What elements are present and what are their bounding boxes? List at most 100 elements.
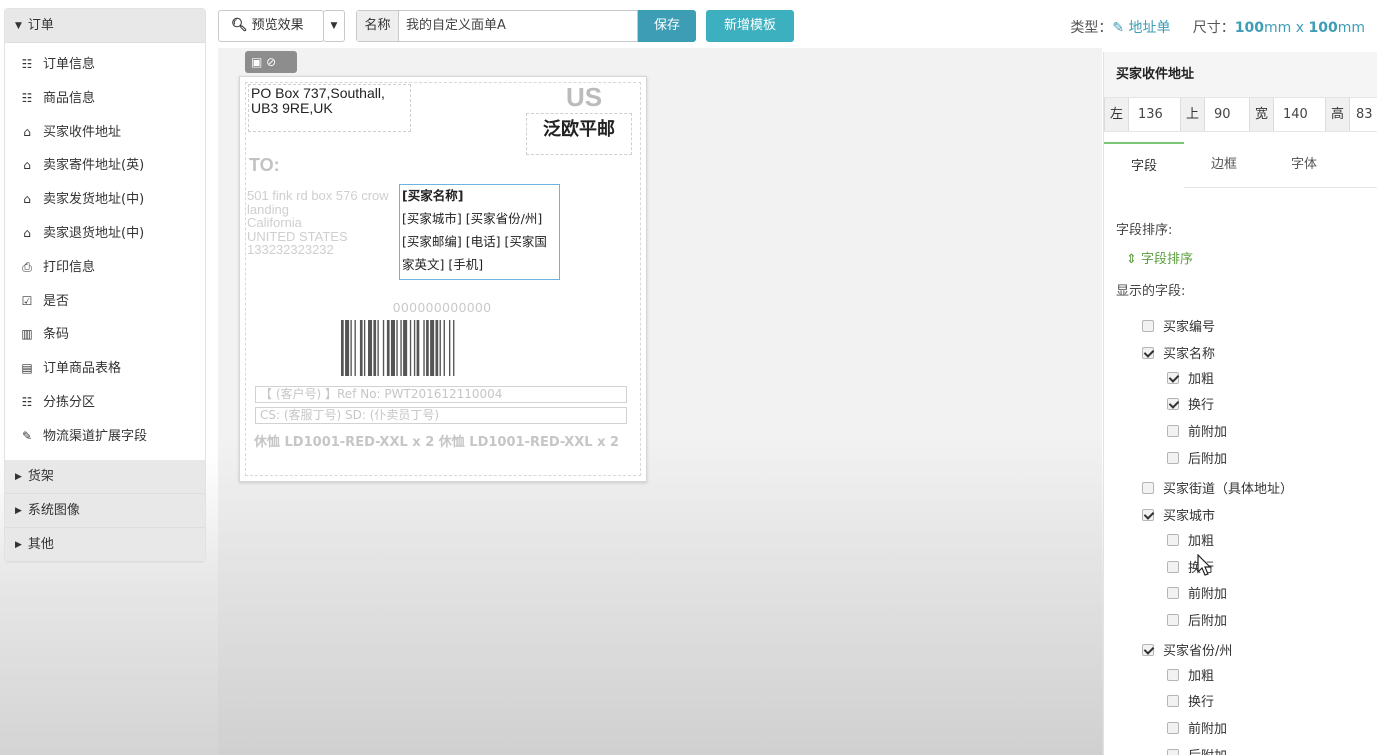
to-label[interactable]: TO:: [249, 155, 280, 176]
sender-address-block[interactable]: PO Box 737,Southall, UB3 9RE,UK: [248, 84, 411, 132]
checkbox-unchecked[interactable]: [1167, 695, 1179, 707]
field-option[interactable]: 后附加: [1167, 450, 1227, 470]
checkbox-unchecked[interactable]: [1142, 482, 1154, 494]
print-icon: ⎙: [22, 259, 32, 274]
tab-0[interactable]: 字段: [1104, 142, 1184, 189]
sidebar-item[interactable]: ⌂ 卖家寄件地址(英): [5, 149, 205, 183]
barcode[interactable]: [341, 320, 543, 376]
caret-right-icon: ▶: [15, 539, 22, 550]
sidebar-item[interactable]: ▤ 订单商品表格: [5, 352, 205, 386]
field-option[interactable]: 加粗: [1167, 532, 1214, 552]
checkbox-unchecked[interactable]: [1167, 749, 1179, 755]
field-option[interactable]: 加粗: [1167, 370, 1214, 390]
checkbox-unchecked[interactable]: [1167, 452, 1179, 464]
width-label: 宽: [1249, 98, 1274, 131]
sidebar-item-label: 是否: [43, 293, 70, 309]
save-button[interactable]: 保存: [638, 10, 696, 42]
customer-service-box[interactable]: CS: (客服丁号) SD: (仆卖员丁号): [255, 407, 627, 424]
checkbox-unchecked[interactable]: [1167, 534, 1179, 546]
shipping-service-block[interactable]: 泛欧平邮: [526, 113, 632, 155]
field-option[interactable]: 前附加: [1167, 585, 1227, 605]
barcode-bar: [345, 320, 350, 376]
field-option[interactable]: 买家编号: [1142, 318, 1215, 338]
field-option[interactable]: 前附加: [1167, 720, 1227, 740]
type-value[interactable]: 地址单: [1129, 20, 1171, 36]
checkbox-checked[interactable]: [1142, 509, 1154, 521]
sidebar-item[interactable]: ☷ 商品信息: [5, 82, 205, 116]
sidebar-group-3[interactable]: ▶ 其他: [5, 527, 205, 562]
barcode-bar: [382, 320, 385, 376]
reference-number-box[interactable]: 【 (客户号) 】Ref No: PWT201612110004: [255, 386, 627, 403]
checkbox-unchecked[interactable]: [1167, 561, 1179, 573]
tab-2[interactable]: 字体: [1264, 142, 1344, 188]
field-option[interactable]: 换行: [1167, 693, 1214, 713]
sidebar-item[interactable]: ☷ 分拣分区: [5, 386, 205, 420]
width-input[interactable]: 140: [1275, 98, 1317, 131]
recipient-line: landing: [247, 201, 289, 217]
checkbox-unchecked[interactable]: [1167, 669, 1179, 681]
sidebar-item[interactable]: ☑ 是否: [5, 285, 205, 319]
sku-line[interactable]: 休恤 LD1001-RED-XXL x 2 休恤 LD1001-RED-XXL …: [254, 431, 619, 450]
field-sort-link[interactable]: ⇕ 字段排序: [1126, 248, 1193, 267]
checkbox-checked[interactable]: [1142, 347, 1154, 359]
checkbox-checked[interactable]: [1167, 398, 1179, 410]
template-badge[interactable]: ▣ ⊘: [245, 51, 297, 73]
sidebar-item[interactable]: ⌂ 卖家发货地址(中): [5, 183, 205, 217]
panel-tabs: 字段 边框 字体: [1104, 142, 1377, 189]
recipient-line: 133232323232: [247, 242, 334, 257]
checkbox-unchecked[interactable]: [1167, 587, 1179, 599]
sidebar-item[interactable]: ⌂ 卖家退货地址(中): [5, 217, 205, 251]
selected-field-line: [买家邮编] [电话] [买家国: [402, 234, 547, 249]
template-name-group: 名称: [356, 10, 638, 42]
field-option[interactable]: 后附加: [1167, 612, 1227, 632]
top-input[interactable]: 90: [1206, 98, 1248, 131]
preview-dropdown-toggle[interactable]: ▼: [323, 10, 345, 42]
template-name-input[interactable]: [400, 11, 636, 41]
field-option[interactable]: 前附加: [1167, 423, 1227, 443]
barcode-number[interactable]: 000000000000: [393, 300, 492, 315]
sidebar-item[interactable]: ⌂ 买家收件地址: [5, 116, 205, 150]
checkbox-unchecked[interactable]: [1142, 320, 1154, 332]
checkbox-checked[interactable]: [1167, 372, 1179, 384]
sidebar-group-0[interactable]: ▼ 订单: [5, 9, 205, 43]
checkbox-unchecked[interactable]: [1167, 425, 1179, 437]
field-option[interactable]: 换行: [1167, 396, 1214, 416]
tab-1[interactable]: 边框: [1184, 142, 1264, 188]
checkbox-unchecked[interactable]: [1167, 614, 1179, 626]
sidebar-group-1[interactable]: ▶ 货架: [5, 459, 205, 494]
field-option[interactable]: 加粗: [1167, 667, 1214, 687]
size-height: 100: [1308, 20, 1338, 36]
new-template-button[interactable]: 新增模板: [706, 10, 794, 42]
country-code[interactable]: US: [566, 82, 602, 113]
field-option-label: 加粗: [1188, 372, 1215, 387]
image-icon[interactable]: ▣: [251, 55, 262, 69]
selected-buyer-address-block[interactable]: [买家名称] [买家城市] [买家省份/州] [买家邮编] [电话] [买家国 家英文…: [399, 184, 560, 280]
sidebar-group-2[interactable]: ▶ 系统图像: [5, 493, 205, 528]
field-option[interactable]: 后附加: [1167, 747, 1227, 755]
field-option-label: 后附加: [1188, 749, 1227, 755]
checkbox-unchecked[interactable]: [1167, 722, 1179, 734]
preview-button[interactable]: 🔍︎ 预览效果: [218, 10, 324, 42]
field-option[interactable]: 买家省份/州: [1142, 642, 1232, 662]
sidebar-item-label: 分拣分区: [43, 394, 96, 410]
field-option[interactable]: 买家城市: [1142, 507, 1215, 527]
sidebar-item[interactable]: ✎ 物流渠道扩展字段: [5, 420, 205, 454]
field-option[interactable]: 买家街道（具体地址）: [1142, 480, 1293, 500]
barcode-bar: [368, 320, 373, 376]
left-input[interactable]: 136: [1130, 98, 1172, 131]
recipient-address-lines[interactable]: 501 fink rd box 576 crow landing Californi…: [247, 189, 389, 257]
barcode-bar: [363, 320, 366, 376]
field-option-label: 买家编号: [1163, 320, 1216, 335]
height-input[interactable]: 83: [1351, 98, 1377, 131]
checkbox-checked[interactable]: [1142, 644, 1154, 656]
sidebar-item[interactable]: ⎙ 打印信息: [5, 251, 205, 285]
field-option[interactable]: 买家名称: [1142, 345, 1215, 365]
caret-right-icon: ▶: [15, 471, 22, 482]
height-label: 高: [1325, 98, 1350, 131]
sidebar-item[interactable]: ▥ 条码: [5, 318, 205, 352]
sidebar-item[interactable]: ☷ 订单信息: [5, 48, 205, 82]
field-option-label: 前附加: [1188, 425, 1228, 440]
top-label: 上: [1180, 98, 1205, 131]
field-option-label: 买家省份/州: [1163, 644, 1233, 659]
clear-icon[interactable]: ⊘: [266, 55, 276, 69]
